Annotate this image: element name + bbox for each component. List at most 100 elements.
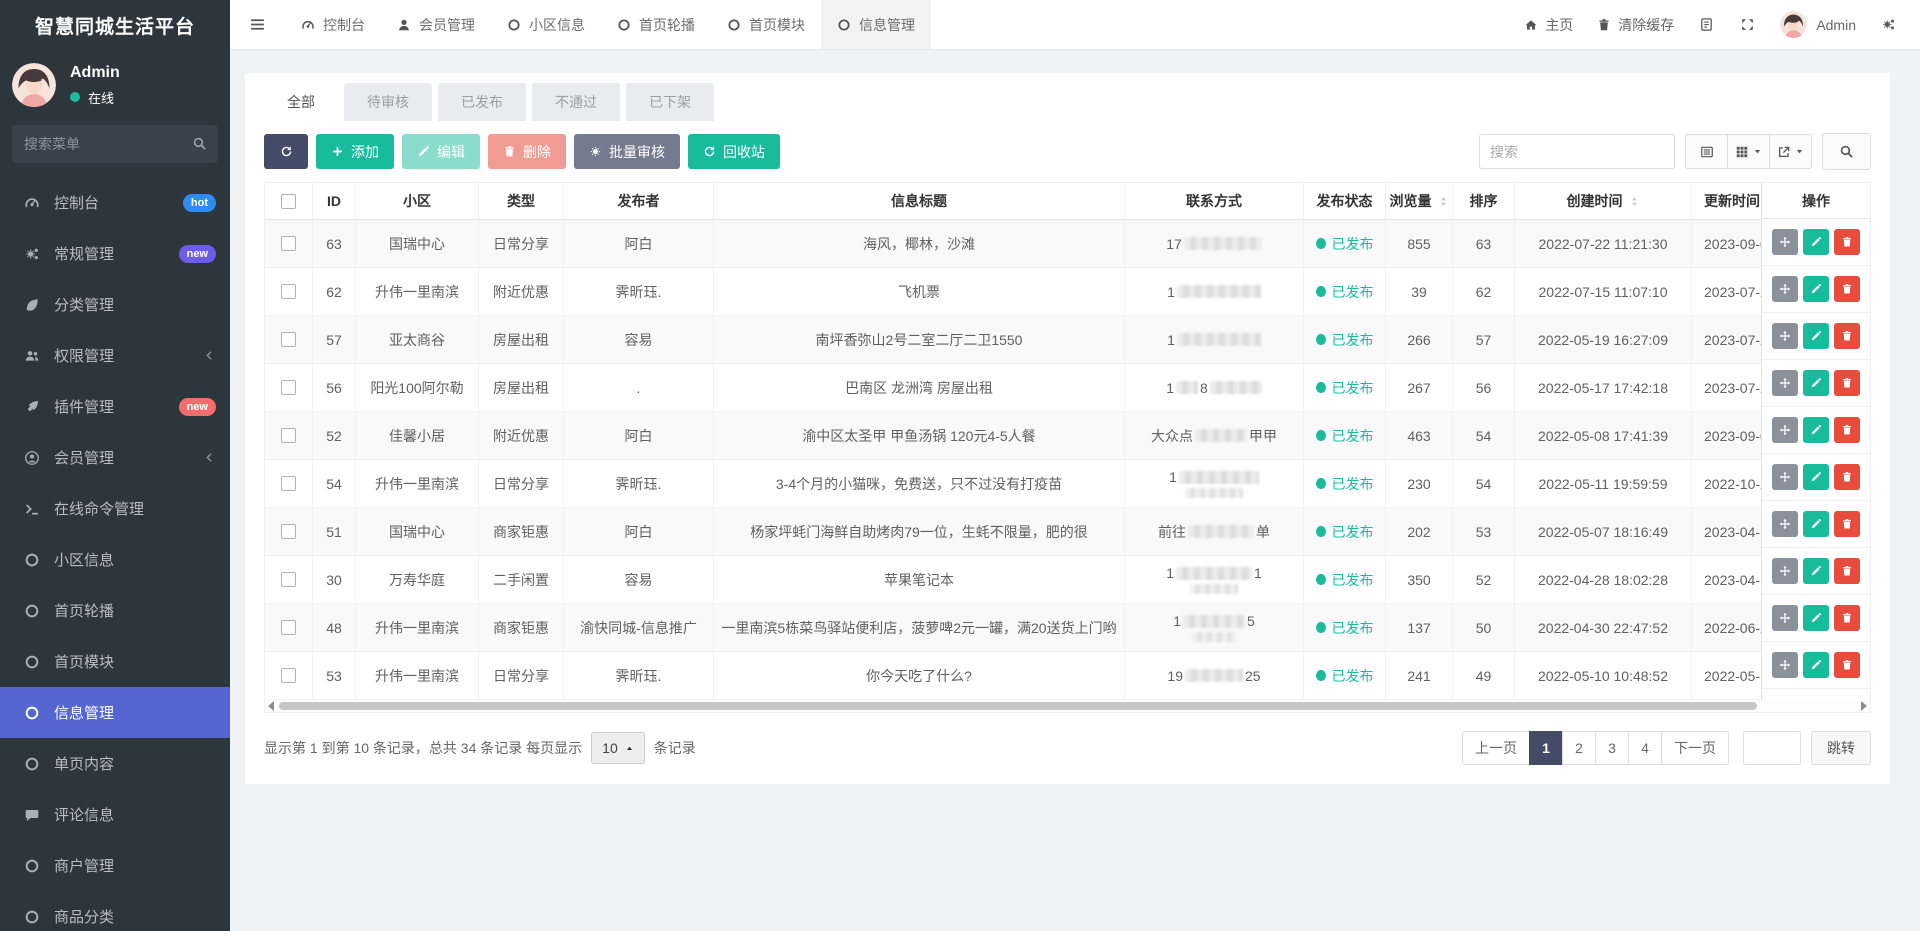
page-prev-button[interactable]: 上一页: [1462, 731, 1530, 765]
sidebar-item-2[interactable]: 常规管理new: [0, 228, 230, 279]
row-move-button[interactable]: [1772, 605, 1798, 631]
home-link[interactable]: 主页: [1513, 15, 1584, 35]
sidebar-item-7[interactable]: 在线命令管理: [0, 483, 230, 534]
row-delete-button[interactable]: [1834, 605, 1860, 631]
row-delete-button[interactable]: [1834, 464, 1860, 490]
row-edit-button[interactable]: [1803, 652, 1829, 678]
sidebar-item-15[interactable]: 商品分类: [0, 891, 230, 931]
row-move-button[interactable]: [1772, 370, 1798, 396]
recycle-bin-button[interactable]: 回收站: [688, 134, 780, 169]
page-jump-button[interactable]: 跳转: [1811, 731, 1871, 765]
sidebar-item-6[interactable]: 会员管理: [0, 432, 230, 483]
filter-tab-2[interactable]: 待审核: [344, 83, 432, 121]
edit-button[interactable]: 编辑: [402, 134, 480, 169]
row-delete-button[interactable]: [1834, 370, 1860, 396]
row-delete-button[interactable]: [1834, 276, 1860, 302]
row-checkbox[interactable]: [281, 380, 296, 395]
scroll-left-arrow-icon[interactable]: [268, 701, 274, 711]
scroll-right-arrow-icon[interactable]: [1861, 701, 1867, 711]
row-delete-button[interactable]: [1834, 511, 1860, 537]
sidebar-search-input[interactable]: [12, 125, 218, 163]
sidebar-item-13[interactable]: 评论信息: [0, 789, 230, 840]
row-move-button[interactable]: [1772, 558, 1798, 584]
page-next-button[interactable]: 下一页: [1661, 731, 1729, 765]
row-edit-button[interactable]: [1803, 276, 1829, 302]
sidebar-item-12[interactable]: 单页内容: [0, 738, 230, 789]
sidebar-item-4[interactable]: 权限管理: [0, 330, 230, 381]
page-button-2[interactable]: 2: [1562, 731, 1596, 765]
row-delete-button[interactable]: [1834, 417, 1860, 443]
row-edit-button[interactable]: [1803, 464, 1829, 490]
page-button-3[interactable]: 3: [1595, 731, 1629, 765]
row-checkbox[interactable]: [281, 332, 296, 347]
row-checkbox[interactable]: [281, 428, 296, 443]
row-edit-button[interactable]: [1803, 229, 1829, 255]
row-delete-button[interactable]: [1834, 229, 1860, 255]
sidebar-item-3[interactable]: 分类管理: [0, 279, 230, 330]
column-header-views[interactable]: 浏览量: [1386, 183, 1453, 219]
nav-tab-1[interactable]: 控制台: [285, 0, 381, 49]
row-delete-button[interactable]: [1834, 652, 1860, 678]
nav-tab-5[interactable]: 首页模块: [711, 0, 821, 49]
page-size-select[interactable]: 10: [591, 732, 645, 764]
export-button[interactable]: [1769, 134, 1812, 169]
user-avatar[interactable]: [12, 63, 56, 107]
sidebar-item-9[interactable]: 首页轮播: [0, 585, 230, 636]
row-move-button[interactable]: [1772, 229, 1798, 255]
row-delete-button[interactable]: [1834, 323, 1860, 349]
filter-tab-4[interactable]: 不通过: [532, 83, 620, 121]
nav-tab-4[interactable]: 首页轮播: [601, 0, 711, 49]
row-checkbox[interactable]: [281, 620, 296, 635]
table-search-button[interactable]: [1822, 133, 1871, 170]
column-header-created[interactable]: 创建时间: [1515, 183, 1692, 219]
batch-review-button[interactable]: 批量审核: [574, 134, 680, 169]
detail-view-button[interactable]: [1685, 134, 1728, 169]
delete-button[interactable]: 删除: [488, 134, 566, 169]
row-edit-button[interactable]: [1803, 511, 1829, 537]
nav-tab-3[interactable]: 小区信息: [491, 0, 601, 49]
menu-toggle-icon[interactable]: [230, 0, 285, 49]
fullscreen-icon[interactable]: [1728, 17, 1767, 32]
filter-tab-1[interactable]: 全部: [264, 83, 338, 121]
columns-button[interactable]: [1727, 134, 1770, 169]
navbar-user[interactable]: Admin: [1769, 11, 1867, 38]
page-jump-input[interactable]: [1743, 731, 1801, 765]
table-search-input[interactable]: [1479, 134, 1675, 169]
nav-tab-2[interactable]: 会员管理: [381, 0, 491, 49]
sidebar-item-5[interactable]: 插件管理new: [0, 381, 230, 432]
row-checkbox[interactable]: [281, 284, 296, 299]
clear-cache-link[interactable]: 清除缓存: [1586, 15, 1685, 35]
row-edit-button[interactable]: [1803, 323, 1829, 349]
sidebar-item-10[interactable]: 首页模块: [0, 636, 230, 687]
row-checkbox[interactable]: [281, 668, 296, 683]
language-icon[interactable]: [1687, 17, 1726, 32]
refresh-button[interactable]: [264, 134, 308, 169]
row-move-button[interactable]: [1772, 276, 1798, 302]
sidebar-item-11[interactable]: 信息管理: [0, 687, 230, 738]
filter-tab-3[interactable]: 已发布: [438, 83, 526, 121]
row-checkbox[interactable]: [281, 236, 296, 251]
settings-gears-icon[interactable]: [1869, 17, 1908, 32]
row-edit-button[interactable]: [1803, 417, 1829, 443]
sidebar-item-8[interactable]: 小区信息: [0, 534, 230, 585]
page-button-4[interactable]: 4: [1628, 731, 1662, 765]
filter-tab-5[interactable]: 已下架: [626, 83, 714, 121]
row-edit-button[interactable]: [1803, 370, 1829, 396]
row-checkbox[interactable]: [281, 524, 296, 539]
add-button[interactable]: 添加: [316, 134, 394, 169]
row-move-button[interactable]: [1772, 511, 1798, 537]
row-move-button[interactable]: [1772, 652, 1798, 678]
row-edit-button[interactable]: [1803, 605, 1829, 631]
sidebar-item-1[interactable]: 控制台hot: [0, 177, 230, 228]
row-delete-button[interactable]: [1834, 558, 1860, 584]
page-button-1[interactable]: 1: [1529, 731, 1563, 765]
sidebar-item-14[interactable]: 商户管理: [0, 840, 230, 891]
row-edit-button[interactable]: [1803, 558, 1829, 584]
row-checkbox[interactable]: [281, 476, 296, 491]
row-move-button[interactable]: [1772, 464, 1798, 490]
nav-tab-6[interactable]: 信息管理: [821, 0, 931, 49]
row-checkbox[interactable]: [281, 572, 296, 587]
select-all-checkbox[interactable]: [281, 194, 296, 209]
row-move-button[interactable]: [1772, 323, 1798, 349]
scrollbar-thumb[interactable]: [279, 702, 1757, 710]
